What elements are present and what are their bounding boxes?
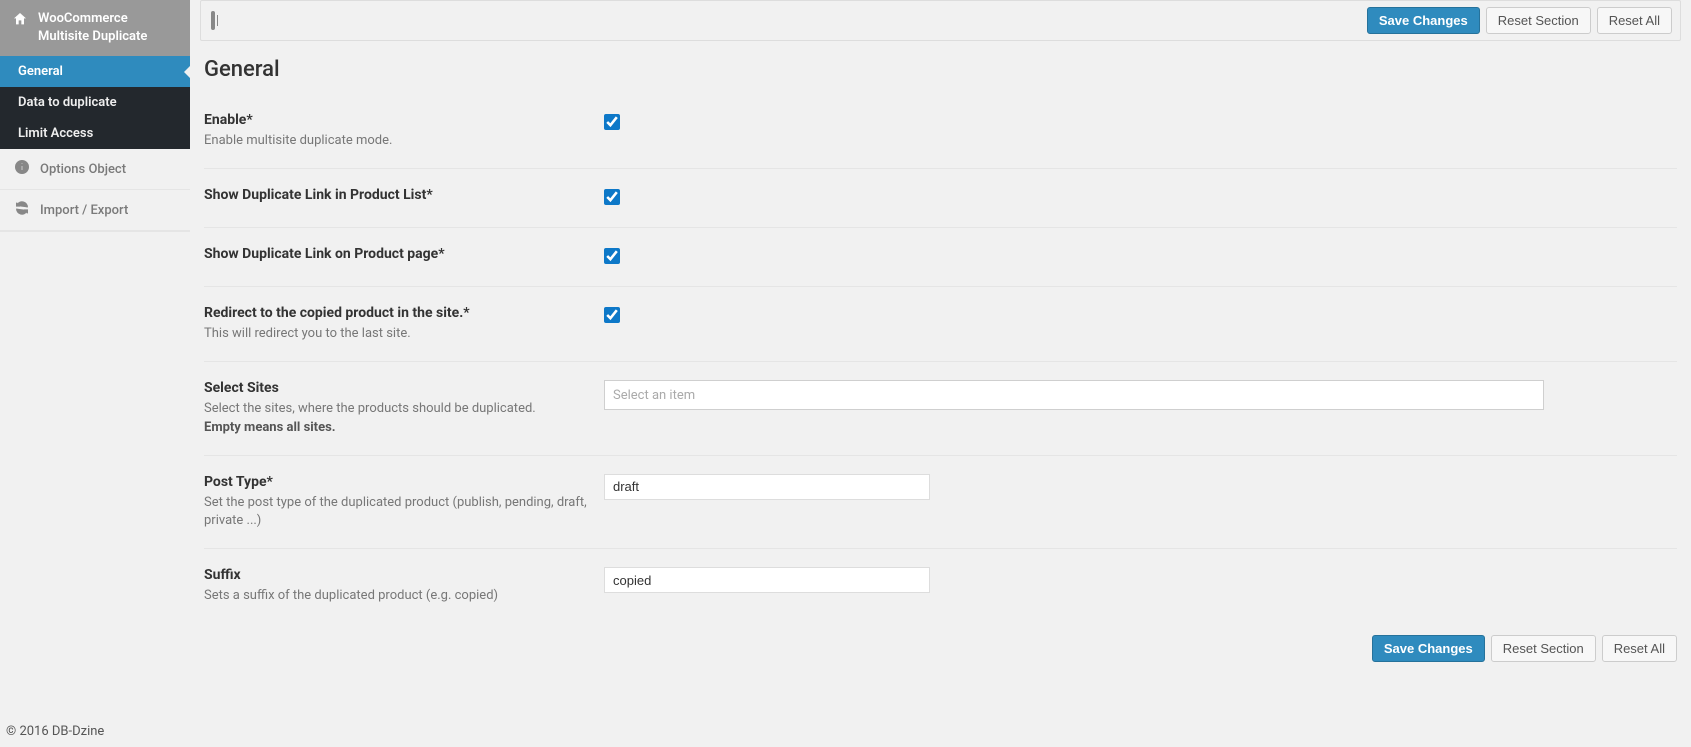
field-suffix: Suffix Sets a suffix of the duplicated p…	[204, 549, 1677, 623]
show-page-checkbox[interactable]	[604, 248, 620, 264]
field-desc: Enable multisite duplicate mode.	[204, 132, 604, 150]
info-icon	[14, 159, 30, 179]
sidebar-header: WooCommerce Multisite Duplicate	[0, 0, 190, 56]
field-label: Show Duplicate Link in Product List*	[204, 187, 604, 203]
sidebar: WooCommerce Multisite Duplicate General …	[0, 0, 190, 720]
field-label: Enable*	[204, 112, 604, 128]
sidebar-title-line1: WooCommerce	[38, 11, 128, 26]
refresh-icon	[14, 200, 30, 220]
sidebar-item-general[interactable]: General	[0, 56, 190, 87]
show-list-checkbox[interactable]	[604, 189, 620, 205]
section-title: General	[200, 41, 1681, 94]
top-toolbar: Save Changes Reset Section Reset All	[200, 0, 1681, 41]
field-show-page: Show Duplicate Link on Product page*	[204, 228, 1677, 287]
bottom-toolbar: Save Changes Reset Section Reset All	[200, 623, 1681, 672]
enable-checkbox[interactable]	[604, 114, 620, 130]
suffix-input[interactable]	[604, 567, 930, 593]
redirect-checkbox[interactable]	[604, 307, 620, 323]
field-show-list: Show Duplicate Link in Product List*	[204, 169, 1677, 228]
sidebar-item-limit-access[interactable]: Limit Access	[0, 118, 190, 149]
sidebar-item-import-export[interactable]: Import / Export	[0, 190, 190, 231]
field-label: Select Sites	[204, 380, 604, 396]
reset-section-button[interactable]: Reset Section	[1486, 7, 1591, 34]
sidebar-item-data-to-duplicate[interactable]: Data to duplicate	[0, 87, 190, 118]
main-panel: Save Changes Reset Section Reset All Gen…	[190, 0, 1691, 720]
save-changes-button[interactable]: Save Changes	[1367, 7, 1480, 34]
field-redirect: Redirect to the copied product in the si…	[204, 287, 1677, 362]
field-post-type: Post Type* Set the post type of the dupl…	[204, 456, 1677, 549]
sidebar-item-options-object[interactable]: Options Object	[0, 149, 190, 190]
field-label: Post Type*	[204, 474, 604, 490]
field-desc: Sets a suffix of the duplicated product …	[204, 587, 604, 605]
footer-copyright: © 2016 DB-Dzine	[0, 720, 1691, 745]
reset-all-button-bottom[interactable]: Reset All	[1602, 635, 1677, 662]
field-label: Show Duplicate Link on Product page*	[204, 246, 604, 262]
field-desc: Set the post type of the duplicated prod…	[204, 494, 604, 530]
sidebar-title-line2: Multisite Duplicate	[38, 29, 147, 44]
post-type-input[interactable]	[604, 474, 930, 500]
field-desc: This will redirect you to the last site.	[204, 325, 604, 343]
reset-section-button-bottom[interactable]: Reset Section	[1491, 635, 1596, 662]
select-sites-input[interactable]: Select an item	[604, 380, 1544, 410]
save-changes-button-bottom[interactable]: Save Changes	[1372, 635, 1485, 662]
reset-all-button[interactable]: Reset All	[1597, 7, 1672, 34]
home-icon	[12, 10, 28, 33]
field-select-sites: Select Sites Select the sites, where the…	[204, 362, 1677, 455]
panel-toggle-icon[interactable]	[209, 13, 217, 28]
field-desc: Select the sites, where the products sho…	[204, 400, 604, 436]
field-label: Redirect to the copied product in the si…	[204, 305, 604, 321]
field-enable: Enable* Enable multisite duplicate mode.	[204, 94, 1677, 169]
field-label: Suffix	[204, 567, 604, 583]
